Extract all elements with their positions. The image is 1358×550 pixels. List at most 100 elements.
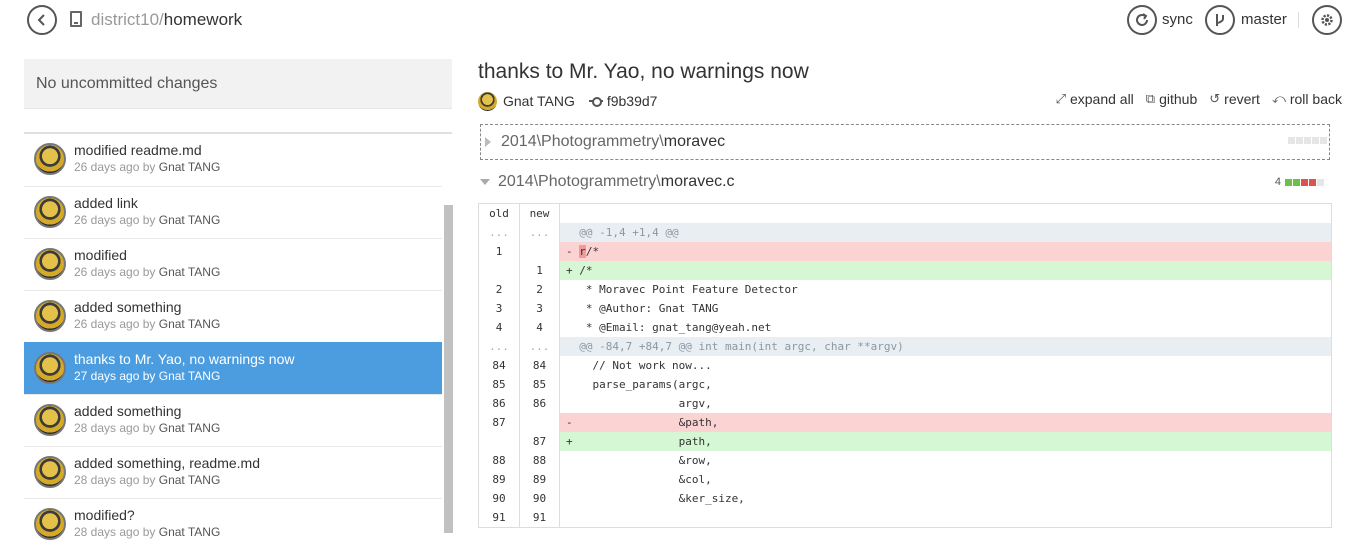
repo-name[interactable]: homework	[164, 10, 242, 29]
file-change-stats	[1287, 137, 1327, 144]
diff-code: - &path,	[560, 413, 1331, 432]
expand-all-button[interactable]: ⤢ expand all	[1056, 91, 1134, 107]
line-number-new: 88	[532, 454, 547, 467]
commit-title: thanks to Mr. Yao, no warnings now	[478, 60, 809, 83]
commit-author: Gnat TANG	[158, 421, 221, 435]
line-number-new: 4	[536, 321, 543, 334]
file-expanded[interactable]: 2014\Photogrammetry\ moravec.c 4	[478, 173, 1330, 193]
commit-author: Gnat TANG	[158, 525, 221, 539]
file-change-count: 4	[1274, 176, 1281, 188]
diff-code	[560, 508, 1331, 527]
commit-message: added something	[74, 299, 182, 315]
commit-sha[interactable]: f9b39d7	[607, 93, 658, 109]
commit-item[interactable]: added link 26 days ago by Gnat TANG	[24, 186, 442, 238]
avatar	[34, 196, 66, 228]
diff-line: 88 88 &row,	[479, 451, 1331, 470]
back-button[interactable]	[27, 5, 57, 35]
sidebar-scrollbar[interactable]	[444, 205, 453, 533]
stat-block	[1304, 137, 1311, 144]
line-number-old: 88	[492, 454, 506, 467]
line-number-old: 91	[492, 511, 506, 524]
diff-code: + /*	[560, 261, 1331, 280]
line-number-new: 87	[532, 435, 547, 448]
github-button[interactable]: ⧉ github	[1146, 91, 1197, 107]
avatar	[34, 300, 66, 332]
commit-author: Gnat TANG	[158, 317, 221, 331]
commit-item[interactable]: added something 26 days ago by Gnat TANG	[24, 290, 442, 342]
file-collapsed[interactable]: 2014\Photogrammetry\ moravec	[480, 124, 1330, 160]
revert-icon: ↺	[1209, 91, 1221, 106]
diff-code: * @Author: Gnat TANG	[566, 302, 719, 315]
stat-block	[1312, 137, 1319, 144]
commit-author-row: Gnat TANG f9b39d7	[478, 91, 657, 111]
stat-block-add	[1293, 178, 1300, 186]
line-number-old: 84	[492, 359, 506, 372]
diff-highlight: r	[579, 245, 586, 258]
diff-code: + path,	[560, 432, 1331, 451]
roll-back-button[interactable]: ⤺ roll back	[1272, 91, 1342, 107]
stat-block	[1288, 137, 1295, 144]
file-dir: 2014\Photogrammetry\	[498, 173, 661, 190]
stat-block-add	[1285, 178, 1292, 186]
line-number-new: 2	[536, 283, 543, 296]
commit-item[interactable]: added something, readme.md 28 days ago b…	[24, 446, 442, 498]
diff-line: 89 89 &col,	[479, 470, 1331, 489]
line-number-old: 1	[495, 245, 503, 258]
commit-list: modified readme.md 26 days ago by Gnat T…	[24, 134, 442, 550]
repo-owner[interactable]: district10	[91, 10, 159, 29]
diff-code: * @Email: gnat_tang@yeah.net	[566, 321, 772, 334]
line-number-new: ...	[529, 226, 550, 239]
commit-author: Gnat TANG	[158, 160, 221, 174]
commit-author-name: Gnat TANG	[503, 93, 575, 109]
back-icon	[37, 14, 45, 26]
diff-code: * Moravec Point Feature Detector	[566, 283, 798, 296]
commit-meta: 28 days ago by Gnat TANG	[74, 421, 220, 435]
line-number-old: 3	[495, 302, 503, 315]
diff-code: - r/*	[560, 242, 1331, 261]
diff-code: &col,	[566, 473, 712, 486]
line-number-new: ...	[529, 340, 550, 353]
commit-item[interactable]: modified 26 days ago by Gnat TANG	[24, 238, 442, 290]
diff-code-rest: /*	[585, 245, 600, 258]
diff-line-added: 1 + /*	[479, 261, 1331, 280]
stat-block	[1320, 137, 1327, 144]
commit-icon	[588, 97, 603, 107]
stat-block	[1296, 137, 1303, 144]
line-number-old: 87	[492, 416, 506, 429]
diff-code: &row,	[566, 454, 712, 467]
roll-back-label: roll back	[1289, 91, 1342, 107]
file-header: 2014\Photogrammetry\ moravec	[481, 133, 725, 151]
diff-line: 85 85 parse_params(argc,	[479, 375, 1331, 394]
commit-item[interactable]: modified readme.md 26 days ago by Gnat T…	[24, 134, 442, 186]
diff-prefix: -	[566, 245, 580, 258]
diff-line-deleted: 1 - r/*	[479, 242, 1331, 261]
commit-author: Gnat TANG	[158, 369, 221, 383]
expand-icon: ⤢	[1055, 91, 1066, 106]
diff-line: 91 91	[479, 508, 1331, 527]
commit-author: Gnat TANG	[158, 473, 221, 487]
commit-time: 28 days ago by	[74, 421, 159, 435]
avatar	[34, 508, 66, 540]
uncommitted-changes[interactable]: No uncommitted changes	[24, 59, 452, 109]
revert-button[interactable]: ↺ revert	[1209, 91, 1260, 107]
author-avatar	[478, 91, 497, 111]
line-number-old: ...	[489, 226, 509, 239]
commit-meta: 26 days ago by Gnat TANG	[74, 265, 220, 279]
commit-item-selected[interactable]: thanks to Mr. Yao, no warnings now 27 da…	[24, 342, 442, 394]
stat-block-del	[1301, 178, 1308, 186]
file-dir: 2014\Photogrammetry\	[501, 133, 664, 150]
commit-time: 28 days ago by	[74, 525, 159, 539]
commit-meta: 26 days ago by Gnat TANG	[74, 213, 220, 227]
commit-time: 27 days ago by	[74, 369, 159, 383]
diff-header: old new	[479, 204, 1331, 224]
line-number-new: 89	[532, 473, 547, 486]
commit-item[interactable]: added something 28 days ago by Gnat TANG	[24, 394, 442, 446]
commit-item[interactable]: modified? 28 days ago by Gnat TANG	[24, 498, 442, 550]
line-number-new: 90	[532, 492, 547, 505]
avatar	[34, 143, 66, 175]
line-number-new: 84	[532, 359, 547, 372]
line-number-new: 1	[536, 264, 543, 277]
line-number-new: 3	[536, 302, 543, 315]
line-number-new: 91	[532, 511, 547, 524]
sidebar: No uncommitted changes modified readme.m…	[24, 59, 453, 540]
